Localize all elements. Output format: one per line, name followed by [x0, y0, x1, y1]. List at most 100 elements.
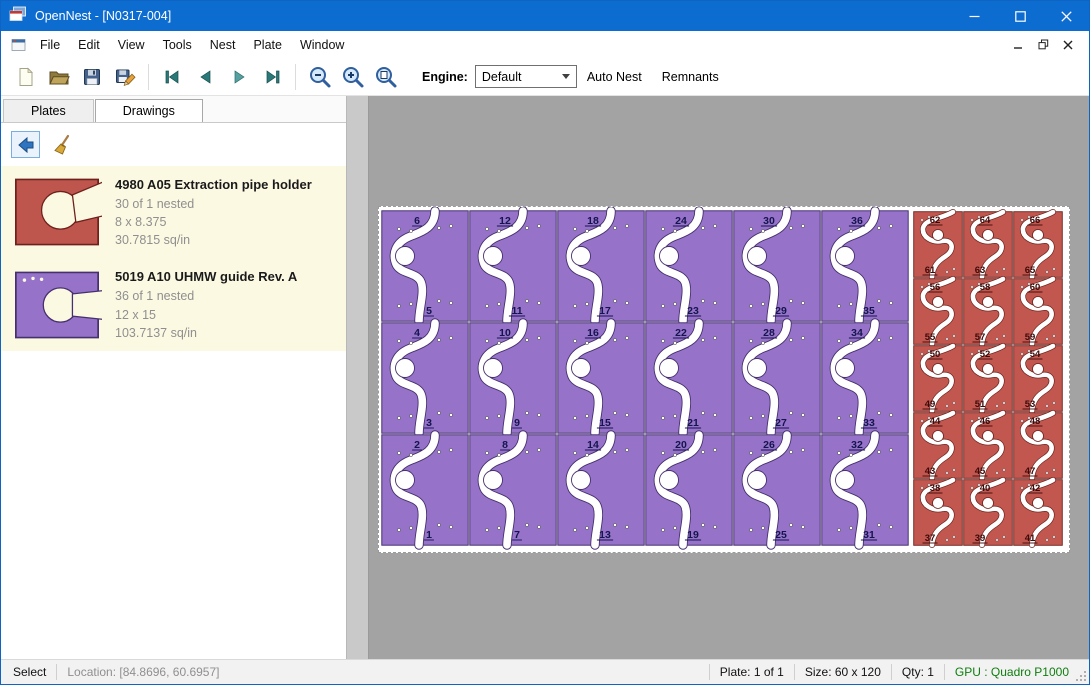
nested-part-pair-purple[interactable]: 2019 [646, 435, 732, 545]
menu-tools[interactable]: Tools [154, 33, 201, 57]
drawing-meta: 4980 A05 Extraction pipe holder 30 of 1 … [115, 175, 312, 249]
svg-text:16: 16 [587, 327, 599, 339]
drawing-title: 5019 A10 UHMW guide Rev. A [115, 269, 297, 284]
open-button[interactable] [42, 61, 75, 93]
nested-part-pair-purple[interactable]: 2423 [646, 211, 732, 321]
engine-select[interactable]: Default [475, 65, 577, 88]
svg-text:13: 13 [599, 529, 611, 541]
nested-part-pair-red[interactable]: 5857 [964, 279, 1013, 345]
nested-part-pair-purple[interactable]: 3635 [822, 211, 908, 321]
nested-part-pair-red[interactable]: 4443 [914, 413, 963, 479]
svg-text:3: 3 [426, 417, 432, 429]
splitter-strip[interactable] [347, 96, 369, 659]
plate[interactable]: 6512111817242330293635431091615222128273… [378, 206, 1070, 553]
nested-part-pair-red[interactable]: 5251 [964, 346, 1013, 412]
titlebar[interactable]: OpenNest - [N0317-004] [1, 1, 1089, 31]
nested-part-pair-purple[interactable]: 1615 [558, 323, 644, 433]
drawings-panel-toolbar [1, 123, 346, 166]
minimize-icon [969, 11, 980, 22]
zoom-out-button[interactable] [303, 61, 336, 93]
nested-part-pair-purple[interactable]: 2221 [646, 323, 732, 433]
svg-text:65: 65 [1025, 265, 1036, 276]
nested-part-pair-purple[interactable]: 1211 [470, 211, 556, 321]
svg-text:6: 6 [414, 215, 420, 227]
nested-part-pair-purple[interactable]: 21 [382, 435, 468, 545]
menu-edit[interactable]: Edit [69, 33, 109, 57]
nav-prev-button[interactable] [189, 61, 222, 93]
nest-canvas[interactable]: 6512111817242330293635431091615222128273… [347, 96, 1089, 659]
nested-part-pair-purple[interactable]: 1413 [558, 435, 644, 545]
nested-part-pair-purple[interactable]: 3433 [822, 323, 908, 433]
svg-text:26: 26 [763, 439, 775, 451]
menu-view[interactable]: View [109, 33, 154, 57]
statusbar-separator [709, 664, 710, 680]
mdi-minimize-button[interactable] [1007, 35, 1029, 55]
save-as-button[interactable] [108, 61, 141, 93]
drawing-item-5019[interactable]: 5019 A10 UHMW guide Rev. A 36 of 1 neste… [1, 258, 346, 350]
left-panel: Plates Drawings [1, 96, 347, 659]
menu-plate[interactable]: Plate [244, 33, 291, 57]
zoom-fit-button[interactable] [369, 61, 402, 93]
nested-part-pair-purple[interactable]: 65 [382, 211, 468, 321]
nested-part-pair-red[interactable]: 5049 [914, 346, 963, 412]
nested-part-pair-red[interactable]: 4039 [964, 480, 1013, 546]
close-button[interactable] [1043, 1, 1089, 31]
menu-window[interactable]: Window [291, 33, 353, 57]
nested-part-pair-purple[interactable]: 2625 [734, 435, 820, 545]
menu-nest[interactable]: Nest [201, 33, 245, 57]
nested-part-pair-purple[interactable]: 43 [382, 323, 468, 433]
status-location: Location: [84.8696, 60.6957] [63, 665, 223, 679]
auto-nest-button[interactable]: Auto Nest [577, 64, 652, 90]
mdi-child-icon[interactable] [11, 37, 27, 53]
save-button[interactable] [75, 61, 108, 93]
maximize-button[interactable] [997, 1, 1043, 31]
drawing-item-4980[interactable]: 4980 A05 Extraction pipe holder 30 of 1 … [1, 166, 346, 258]
clean-button[interactable] [48, 131, 77, 158]
drawing-nested-count: 30 of 1 nested [115, 195, 312, 213]
nested-part-pair-purple[interactable]: 2827 [734, 323, 820, 433]
nav-last-button[interactable] [255, 61, 288, 93]
nav-next-button[interactable] [222, 61, 255, 93]
remnants-button[interactable]: Remnants [652, 64, 729, 90]
nested-part-pair-purple[interactable]: 109 [470, 323, 556, 433]
nested-part-pair-red[interactable]: 6463 [964, 212, 1013, 278]
nested-part-pair-red[interactable]: 4241 [1014, 480, 1063, 546]
mdi-restore-icon [1038, 39, 1049, 50]
svg-text:50: 50 [930, 349, 941, 360]
nested-part-pair-purple[interactable]: 1817 [558, 211, 644, 321]
svg-text:2: 2 [414, 439, 420, 451]
nested-part-pair-purple[interactable]: 87 [470, 435, 556, 545]
tab-plates[interactable]: Plates [3, 99, 94, 122]
nested-part-pair-red[interactable]: 5453 [1014, 346, 1063, 412]
svg-text:44: 44 [930, 416, 941, 427]
menu-file[interactable]: File [31, 33, 69, 57]
nav-first-icon [162, 66, 184, 88]
nested-part-pair-red[interactable]: 6059 [1014, 279, 1063, 345]
new-button[interactable] [9, 61, 42, 93]
drawing-list: 4980 A05 Extraction pipe holder 30 of 1 … [1, 166, 346, 351]
status-size: Size: 60 x 120 [801, 665, 885, 679]
zoom-in-button[interactable] [336, 61, 369, 93]
svg-text:7: 7 [514, 529, 520, 541]
nested-part-pair-purple[interactable]: 3029 [734, 211, 820, 321]
nested-part-pair-purple[interactable]: 3231 [822, 435, 908, 545]
resize-grip[interactable] [1073, 660, 1089, 684]
blue-arrow-icon [16, 135, 36, 155]
nested-part-pair-red[interactable]: 3837 [914, 480, 963, 546]
tab-drawings[interactable]: Drawings [95, 99, 203, 122]
save-icon [81, 66, 103, 88]
nested-part-pair-red[interactable]: 6261 [914, 212, 963, 278]
mdi-close-button[interactable] [1057, 35, 1079, 55]
svg-text:47: 47 [1025, 466, 1036, 477]
minimize-button[interactable] [951, 1, 997, 31]
mdi-restore-button[interactable] [1032, 35, 1054, 55]
svg-text:31: 31 [863, 529, 875, 541]
svg-text:45: 45 [975, 466, 986, 477]
nav-first-button[interactable] [156, 61, 189, 93]
nested-part-pair-red[interactable]: 4645 [964, 413, 1013, 479]
nested-part-pair-red[interactable]: 5655 [914, 279, 963, 345]
nested-part-pair-red[interactable]: 4847 [1014, 413, 1063, 479]
mdi-window-controls [1007, 35, 1083, 55]
return-to-plate-button[interactable] [11, 131, 40, 158]
nested-part-pair-red[interactable]: 6665 [1014, 212, 1063, 278]
